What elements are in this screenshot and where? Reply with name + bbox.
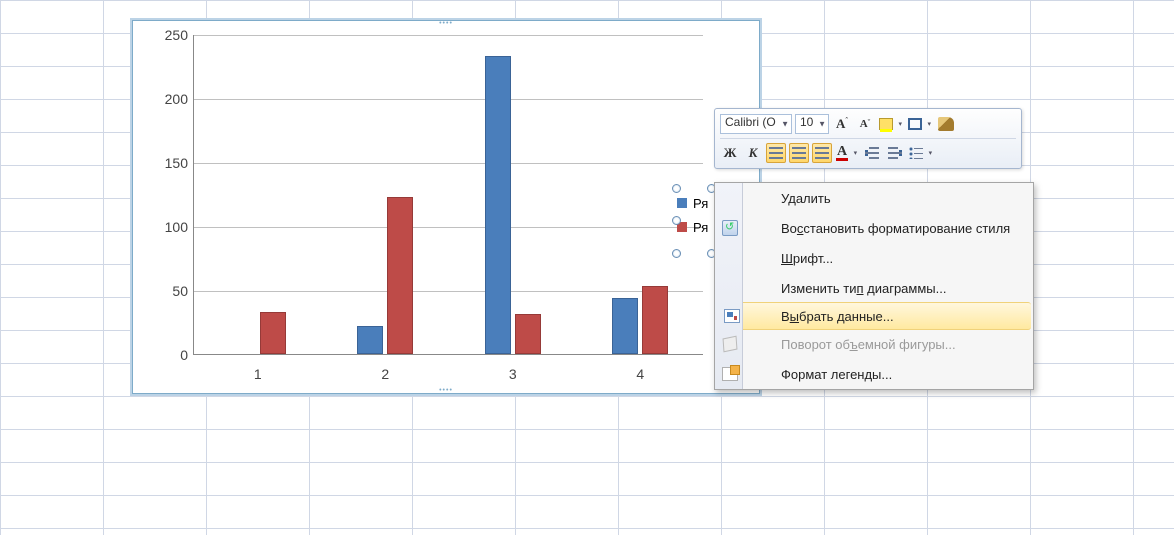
- fill-bucket-icon: [879, 118, 893, 130]
- font-name-combo[interactable]: Calibri (О ▼: [720, 114, 792, 134]
- chart-bar-Ряд1-2[interactable]: [357, 326, 383, 354]
- y-axis-tick: 0: [152, 347, 188, 363]
- ctx-reset-style[interactable]: Восстановить форматирование стиля: [715, 213, 1033, 243]
- y-axis-tick: 100: [152, 219, 188, 235]
- ctx-select-data[interactable]: Выбрать данные...: [717, 302, 1031, 330]
- ctx-delete[interactable]: Удалить: [715, 183, 1033, 213]
- chart-plot-area[interactable]: 0501001502002501234: [193, 35, 703, 355]
- decrease-indent-button[interactable]: [862, 143, 882, 163]
- increase-indent-button[interactable]: [885, 143, 905, 163]
- chart-bar-Ряд2-1[interactable]: [260, 312, 286, 354]
- context-menu-gutter: [715, 183, 743, 389]
- y-axis-tick: 150: [152, 155, 188, 171]
- italic-button[interactable]: К: [743, 143, 763, 163]
- selection-handle-icon[interactable]: [672, 249, 681, 258]
- chart-object[interactable]: •••• •••• 0501001502002501234 Ря Ря: [132, 20, 760, 394]
- chart-gridline: [194, 99, 703, 100]
- x-axis-tick: 1: [254, 366, 262, 382]
- y-axis-tick: 50: [152, 283, 188, 299]
- legend-label-1: Ря: [693, 196, 708, 211]
- cube-3d-icon: [723, 336, 738, 353]
- reset-style-icon: [722, 220, 738, 236]
- chart-bar-Ряд1-3[interactable]: [485, 56, 511, 354]
- ctx-rotate-label: Поворот объемной фигуры...: [781, 337, 956, 352]
- chart-bar-Ряд1-4[interactable]: [612, 298, 638, 354]
- format-painter-button[interactable]: [936, 114, 956, 134]
- grow-font-button[interactable]: Aˆ: [832, 114, 852, 134]
- ctx-rotate-3d: Поворот объемной фигуры...: [715, 329, 1033, 359]
- font-size-combo[interactable]: 10 ▼: [795, 114, 829, 134]
- chevron-down-icon: ▼: [818, 120, 826, 129]
- ctx-format-legend-label: Формат легенды...: [781, 367, 892, 382]
- legend-label-2: Ря: [693, 220, 708, 235]
- toolbar-separator: [720, 138, 1016, 139]
- border-color-button[interactable]: [907, 114, 933, 134]
- chart-bar-Ряд2-4[interactable]: [642, 286, 668, 354]
- indent-right-icon: [888, 147, 902, 159]
- y-axis-tick: 200: [152, 91, 188, 107]
- font-color-icon: A: [836, 146, 848, 161]
- ctx-delete-label: Удалить: [781, 191, 831, 206]
- shrink-font-button[interactable]: Aˇ: [855, 114, 875, 134]
- bullet-list-icon: [909, 147, 923, 159]
- align-right-icon: [815, 147, 829, 159]
- ctx-font-label: Шрифт...: [781, 251, 833, 266]
- chart-bar-Ряд2-2[interactable]: [387, 197, 413, 354]
- bullets-button[interactable]: [908, 143, 934, 163]
- bold-button[interactable]: Ж: [720, 143, 740, 163]
- format-dialog-icon: [722, 367, 738, 381]
- chart-gridline: [194, 291, 703, 292]
- selection-handle-icon[interactable]: [672, 184, 681, 193]
- chart-resize-dots-bottom[interactable]: ••••: [439, 387, 453, 394]
- chart-resize-dots-top[interactable]: ••••: [439, 20, 453, 27]
- fill-color-button[interactable]: [878, 114, 904, 134]
- x-axis-tick: 2: [381, 366, 389, 382]
- brush-icon: [938, 117, 954, 131]
- selection-handle-icon[interactable]: [672, 216, 681, 225]
- align-left-icon: [769, 147, 783, 159]
- ctx-select-data-label: Выбрать данные...: [781, 309, 894, 324]
- font-name-value: Calibri (О: [725, 115, 776, 129]
- font-size-value: 10: [800, 115, 813, 129]
- ctx-reset-style-label: Восстановить форматирование стиля: [781, 221, 1010, 236]
- x-axis-tick: 4: [636, 366, 644, 382]
- border-icon: [908, 118, 922, 130]
- context-menu[interactable]: Удалить Восстановить форматирование стил…: [714, 182, 1034, 390]
- ctx-change-chart-type[interactable]: Изменить тип диаграммы...: [715, 273, 1033, 303]
- align-left-button[interactable]: [766, 143, 786, 163]
- y-axis-tick: 250: [152, 27, 188, 43]
- ctx-change-type-label: Изменить тип диаграммы...: [781, 281, 946, 296]
- chart-gridline: [194, 227, 703, 228]
- chart-gridline: [194, 163, 703, 164]
- ctx-format-legend[interactable]: Формат легенды...: [715, 359, 1033, 389]
- mini-format-toolbar[interactable]: Calibri (О ▼ 10 ▼ Aˆ Aˇ Ж К A: [714, 108, 1022, 169]
- font-color-button[interactable]: A: [835, 143, 859, 163]
- chevron-down-icon: ▼: [781, 120, 789, 129]
- chart-bar-Ряд2-3[interactable]: [515, 314, 541, 354]
- legend-swatch-blue-icon: [677, 198, 687, 208]
- select-data-icon: [724, 309, 740, 323]
- ctx-font[interactable]: A Шрифт...: [715, 243, 1033, 273]
- align-center-button[interactable]: [789, 143, 809, 163]
- align-right-button[interactable]: [812, 143, 832, 163]
- x-axis-tick: 3: [509, 366, 517, 382]
- align-center-icon: [792, 147, 806, 159]
- chart-gridline: [194, 35, 703, 36]
- indent-left-icon: [865, 147, 879, 159]
